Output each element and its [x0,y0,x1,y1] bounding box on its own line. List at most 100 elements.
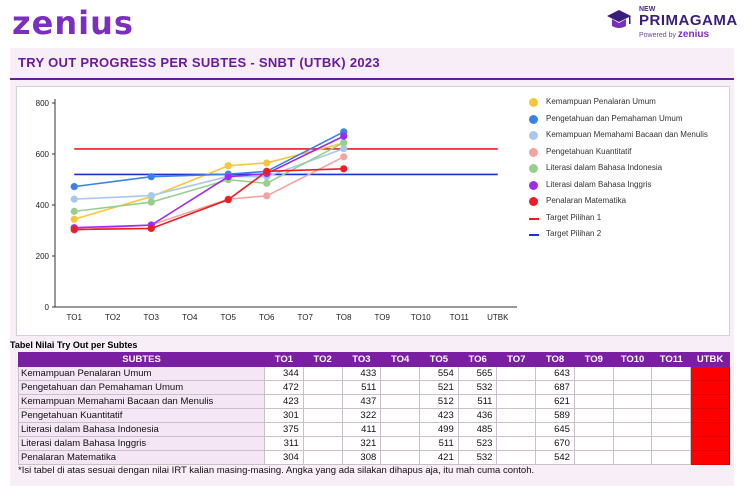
score-cell[interactable]: 311 [264,436,304,451]
table-header-cell: TO1 [264,352,304,367]
utbk-score-cell[interactable] [690,380,730,395]
table-row: Pengetahuan Kuantitatif 301 322 423 436 589 [17,408,730,423]
score-cell[interactable]: 304 [264,450,304,465]
score-cell[interactable] [612,408,653,423]
utbk-score-cell[interactable] [690,450,730,465]
score-cell[interactable] [302,436,343,451]
score-cell[interactable] [573,450,614,465]
score-cell[interactable] [496,366,537,381]
table-header-cell: TO5 [419,352,459,367]
score-cell[interactable] [573,366,614,381]
table-row: Literasi dalam Bahasa Inggris 311 321 511 52… [17,436,730,451]
score-cell[interactable] [573,408,614,423]
score-cell[interactable]: 423 [264,394,304,409]
score-cell[interactable]: 421 [419,450,459,465]
utbk-score-cell[interactable] [690,366,730,381]
score-cell[interactable] [380,380,420,395]
score-cell[interactable] [612,450,653,465]
score-cell[interactable] [651,436,692,451]
score-cell[interactable] [380,422,420,437]
score-cell[interactable]: 523 [457,436,498,451]
score-cell[interactable] [380,408,420,423]
score-cell[interactable]: 511 [419,436,459,451]
score-cell[interactable] [302,422,343,437]
score-cell[interactable]: 512 [419,394,459,409]
score-cell[interactable] [302,394,343,409]
score-cell[interactable]: 344 [264,366,304,381]
score-cell[interactable]: 532 [457,380,498,395]
score-cell[interactable] [573,422,614,437]
table-header-cell: TO7 [496,352,537,367]
score-cell[interactable] [612,436,653,451]
score-cell[interactable] [612,366,653,381]
score-cell[interactable]: 621 [535,394,575,409]
top-bar: zenius NEW PRIMAGAMA Powered by zenius [0,0,756,46]
score-cell[interactable]: 532 [457,450,498,465]
score-cell[interactable] [651,422,692,437]
score-cell[interactable] [651,366,692,381]
utbk-score-cell[interactable] [690,436,730,451]
subtes-name-cell: Literasi dalam Bahasa Indonesia [17,422,266,437]
score-cell[interactable] [612,422,653,437]
score-cell[interactable] [380,436,420,451]
score-cell[interactable] [496,394,537,409]
score-cell[interactable]: 472 [264,380,304,395]
score-cell[interactable] [496,422,537,437]
score-cell[interactable]: 499 [419,422,459,437]
score-cell[interactable] [573,380,614,395]
score-cell[interactable]: 437 [341,394,382,409]
score-cell[interactable]: 436 [457,408,498,423]
score-cell[interactable] [496,450,537,465]
score-cell[interactable] [496,380,537,395]
score-cell[interactable] [573,436,614,451]
score-cell[interactable]: 375 [264,422,304,437]
score-cell[interactable]: 433 [341,366,382,381]
x-tick-label: TO10 [411,313,431,322]
score-cell[interactable]: 511 [457,394,498,409]
score-cell[interactable]: 589 [535,408,575,423]
score-cell[interactable] [651,450,692,465]
score-cell[interactable]: 511 [341,380,382,395]
score-cell[interactable]: 321 [341,436,382,451]
score-cell[interactable]: 554 [419,366,459,381]
score-cell[interactable] [380,366,420,381]
score-cell[interactable]: 521 [419,380,459,395]
score-cell[interactable] [651,380,692,395]
subtes-name-cell: Pengetahuan Kuantitatif [17,408,266,423]
logo-powered: Powered by zenius [639,29,710,40]
data-point [340,153,348,161]
score-cell[interactable] [612,380,653,395]
score-cell[interactable] [651,408,692,423]
utbk-score-cell[interactable] [690,394,730,409]
x-tick-label: TO3 [144,313,160,322]
score-cell[interactable] [651,394,692,409]
score-cell[interactable]: 423 [419,408,459,423]
score-cell[interactable] [302,380,343,395]
score-cell[interactable]: 645 [535,422,575,437]
score-cell[interactable]: 301 [264,408,304,423]
score-cell[interactable] [496,436,537,451]
y-tick-label: 200 [36,252,50,261]
score-cell[interactable]: 308 [341,450,382,465]
score-cell[interactable]: 670 [535,436,575,451]
score-cell[interactable] [302,450,343,465]
score-cell[interactable]: 565 [457,366,498,381]
score-cell[interactable] [496,408,537,423]
x-tick-label: TO8 [336,313,352,322]
score-cell[interactable] [612,394,653,409]
score-cell[interactable] [302,408,343,423]
score-cell[interactable]: 411 [341,422,382,437]
score-cell[interactable]: 485 [457,422,498,437]
score-cell[interactable]: 542 [535,450,575,465]
score-cell[interactable] [302,366,343,381]
score-cell[interactable]: 643 [535,366,575,381]
utbk-score-cell[interactable] [690,408,730,423]
score-cell[interactable] [380,394,420,409]
y-tick-label: 0 [45,303,50,312]
data-point [147,224,155,233]
score-cell[interactable]: 687 [535,380,575,395]
score-cell[interactable] [380,450,420,465]
score-cell[interactable]: 322 [341,408,382,423]
score-cell[interactable] [573,394,614,409]
utbk-score-cell[interactable] [690,422,730,437]
